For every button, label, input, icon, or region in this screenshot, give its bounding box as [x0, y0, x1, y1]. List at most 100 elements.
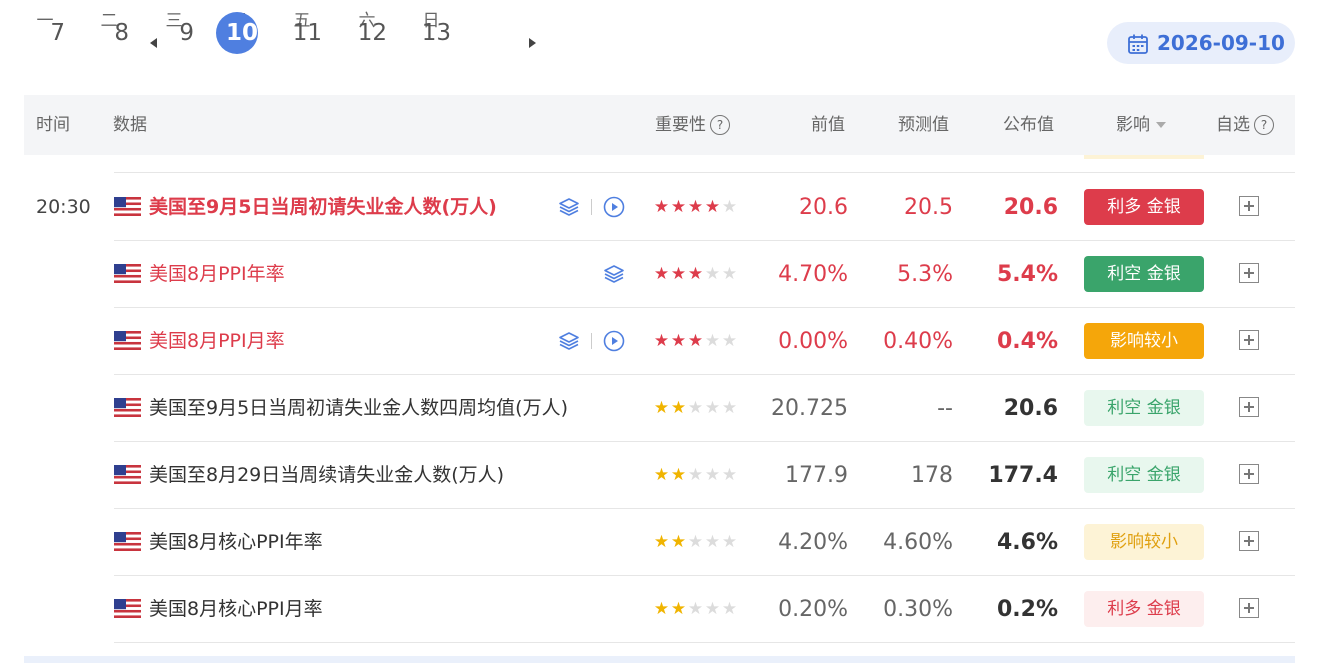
event-title[interactable]: 美国8月PPI月率	[149, 308, 285, 375]
forecast-value: 0.40%	[883, 329, 953, 354]
forecast-value: 5.3%	[897, 262, 953, 287]
star-icon: ★	[687, 331, 704, 351]
star-icon: ★	[721, 465, 738, 485]
us-flag-icon	[114, 465, 141, 501]
header-forecast: 预测值	[898, 115, 949, 135]
importance-stars: ★ ★ ★ ★ ★	[653, 308, 738, 375]
table-row[interactable]: 美国至8月29日当周续请失业金人数(万人) ★ ★ ★ ★ ★ 177.9 178 177.4 利…	[0, 442, 1326, 509]
event-title[interactable]: 美国8月核心PPI年率	[149, 509, 323, 576]
table-row[interactable]: 20:30 美国至9月5日当周初请失业金人数(万人) ★ ★ ★ ★ ★ 20.6 20.5 20…	[0, 174, 1326, 241]
star-icon: ★	[721, 331, 738, 351]
help-icon[interactable]: ?	[1254, 115, 1274, 135]
day-9[interactable]: 三9	[152, 8, 196, 46]
previous-value: 4.70%	[778, 262, 848, 287]
day-12[interactable]: 六 12	[345, 8, 389, 46]
header-watch: 自选?	[1216, 95, 1274, 155]
day-number: 8	[114, 20, 129, 46]
day-13[interactable]: 日 13	[409, 8, 453, 46]
calendar-icon	[1128, 34, 1148, 54]
star-icon: ★	[670, 465, 687, 485]
impact-tag: 利多 金银	[1084, 591, 1204, 627]
table-row[interactable]: 美国8月PPI年率 ★ ★ ★ ★ ★ 4.70% 5.3% 5.4% 利空 金银	[0, 241, 1326, 308]
event-title[interactable]: 美国8月核心PPI月率	[149, 576, 323, 643]
forecast-value: 20.5	[904, 195, 953, 220]
star-icon: ★	[670, 264, 687, 284]
forecast-value: 0.30%	[883, 597, 953, 622]
star-icon: ★	[670, 532, 687, 552]
day-number: 12	[357, 20, 387, 46]
row-divider	[114, 642, 1295, 643]
table-row[interactable]: 美国8月核心PPI月率 ★ ★ ★ ★ ★ 0.20% 0.30% 0.2% 利多 金银	[0, 576, 1326, 643]
day-10[interactable]: 四10	[216, 8, 260, 54]
star-icon: ★	[670, 197, 687, 217]
impact-tag: 影响较小	[1084, 524, 1204, 560]
add-watch-button[interactable]	[1239, 397, 1259, 417]
table-row[interactable]: 美国8月PPI月率 ★ ★ ★ ★ ★ 0.00% 0.40% 0.4% 影响较小	[0, 308, 1326, 375]
star-icon: ★	[670, 331, 687, 351]
header-importance: 重要性?	[655, 95, 730, 155]
star-icon: ★	[704, 465, 721, 485]
layers-icon[interactable]	[602, 262, 626, 286]
add-watch-button[interactable]	[1239, 330, 1259, 350]
event-title[interactable]: 美国8月PPI年率	[149, 241, 285, 308]
us-flag-icon	[114, 197, 141, 233]
add-watch-button[interactable]	[1239, 196, 1259, 216]
star-icon: ★	[653, 532, 670, 552]
layers-icon[interactable]	[557, 195, 581, 219]
table-row[interactable]: 美国8月核心PPI年率 ★ ★ ★ ★ ★ 4.20% 4.60% 4.6% 影响较小	[0, 509, 1326, 576]
table-row[interactable]: 美国至9月5日当周初请失业金人数四周均值(万人) ★ ★ ★ ★ ★ 20.725 -- 20.…	[0, 375, 1326, 442]
star-icon: ★	[687, 197, 704, 217]
week-selector: 一7二8三9四10五11六12日13	[30, 8, 590, 88]
impact-tag: 利空 金银	[1084, 390, 1204, 426]
star-icon: ★	[704, 599, 721, 619]
event-title[interactable]: 美国至9月5日当周初请失业金人数(万人)	[149, 174, 497, 241]
star-icon: ★	[653, 197, 670, 217]
event-title[interactable]: 美国至8月29日当周续请失业金人数(万人)	[149, 442, 504, 509]
actual-value: 4.6%	[996, 530, 1058, 555]
star-icon: ★	[653, 599, 670, 619]
day-number: 13	[421, 20, 451, 46]
actual-value: 20.6	[1003, 396, 1058, 421]
star-icon: ★	[704, 398, 721, 418]
icon-separator	[591, 333, 592, 349]
star-icon: ★	[653, 398, 670, 418]
forecast-value: 178	[911, 463, 953, 488]
header-impact-sort[interactable]: 影响	[1116, 95, 1166, 155]
add-watch-button[interactable]	[1239, 598, 1259, 618]
day-7[interactable]: 一7	[23, 8, 67, 46]
day-8[interactable]: 二8	[87, 8, 131, 46]
play-icon[interactable]	[602, 329, 626, 353]
impact-tag: 影响较小	[1084, 323, 1204, 359]
star-icon: ★	[687, 398, 704, 418]
next-week-arrow-icon[interactable]	[529, 38, 536, 48]
table-header: 时间 数据 重要性? 前值 预测值 公布值 影响 自选?	[24, 95, 1295, 155]
star-icon: ★	[704, 331, 721, 351]
add-watch-button[interactable]	[1239, 263, 1259, 283]
date-picker-button[interactable]: 2026-09-10	[1107, 22, 1295, 64]
add-watch-button[interactable]	[1239, 464, 1259, 484]
event-title[interactable]: 美国至9月5日当周初请失业金人数四周均值(万人)	[149, 375, 568, 442]
day-11[interactable]: 五 11	[280, 8, 324, 46]
day-number: 10	[216, 12, 258, 54]
day-number: 7	[50, 20, 65, 46]
icon-separator	[591, 199, 592, 215]
us-flag-icon	[114, 599, 141, 635]
next-section-edge	[24, 656, 1295, 663]
star-icon: ★	[704, 197, 721, 217]
sort-caret-icon	[1156, 122, 1166, 128]
star-icon: ★	[721, 197, 738, 217]
layers-icon[interactable]	[557, 329, 581, 353]
header-actual: 公布值	[1003, 115, 1054, 135]
event-time: 20:30	[36, 196, 91, 218]
header-data: 数据	[113, 115, 147, 135]
header-time: 时间	[36, 115, 70, 135]
star-icon: ★	[670, 599, 687, 619]
star-icon: ★	[704, 264, 721, 284]
importance-stars: ★ ★ ★ ★ ★	[653, 509, 738, 576]
star-icon: ★	[670, 398, 687, 418]
add-watch-button[interactable]	[1239, 531, 1259, 551]
play-icon[interactable]	[602, 195, 626, 219]
us-flag-icon	[114, 532, 141, 568]
help-icon[interactable]: ?	[710, 115, 730, 135]
star-icon: ★	[653, 465, 670, 485]
